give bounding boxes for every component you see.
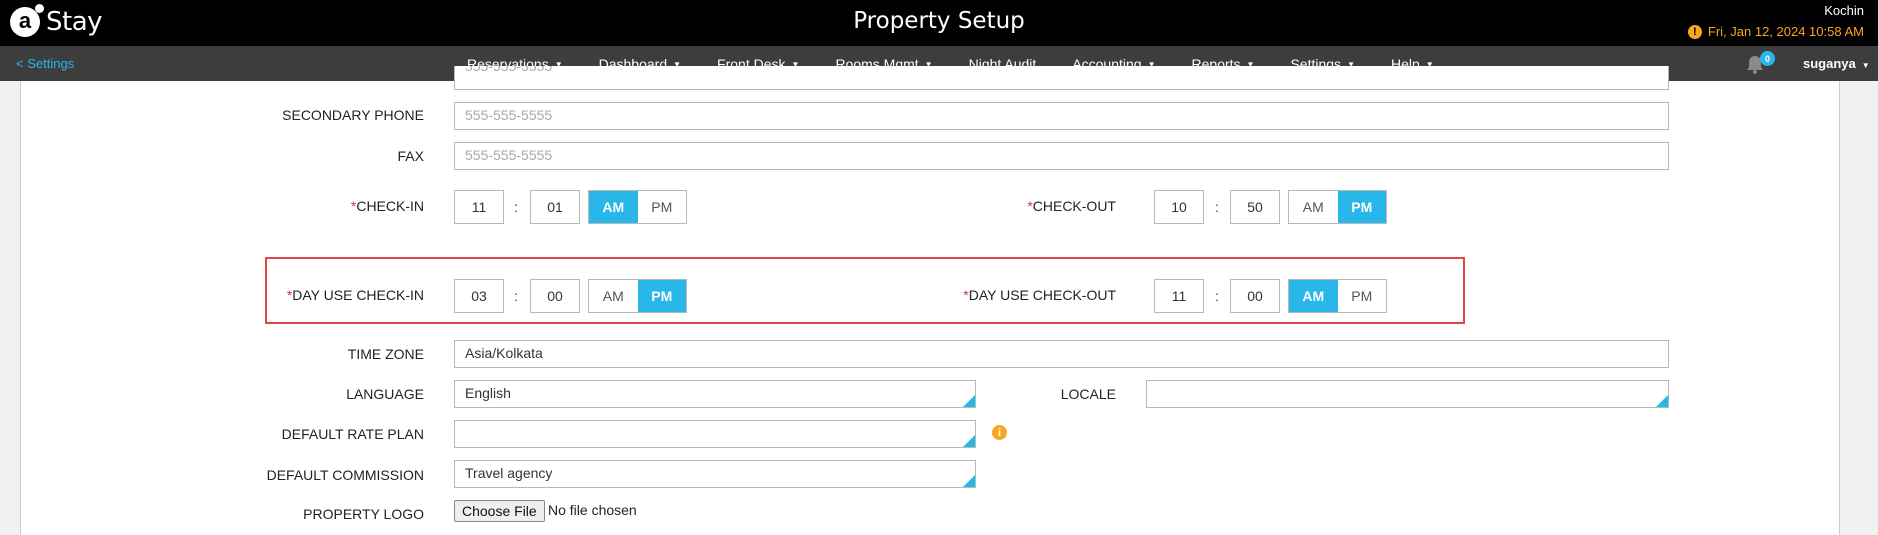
default-commission-value: Travel agency [465, 465, 553, 481]
locale-select[interactable] [1146, 380, 1669, 408]
day-use-check-out-minute[interactable]: 00 [1230, 279, 1280, 313]
time-separator: : [1215, 288, 1219, 304]
day-use-check-in-hour[interactable]: 03 [454, 279, 504, 313]
default-rate-plan-label: DEFAULT RATE PLAN [281, 426, 424, 442]
dropdown-corner-icon [963, 475, 975, 487]
language-value: English [465, 385, 511, 401]
header-status: Kochin ! Fri, Jan 12, 2024 10:58 AM [1687, 3, 1864, 39]
time-separator: : [514, 288, 518, 304]
day-use-check-in-minute[interactable]: 00 [530, 279, 580, 313]
property-location: Kochin [1824, 3, 1864, 18]
page-title: Property Setup [853, 8, 1025, 34]
check-out-hour[interactable]: 10 [1154, 190, 1204, 224]
check-in-label: *CHECK-IN [350, 198, 424, 214]
time-separator: : [514, 199, 518, 215]
secondary-phone-input[interactable]: 555-555-5555 [454, 102, 1669, 130]
language-label: LANGUAGE [346, 386, 424, 402]
day-use-check-out-label: *DAY USE CHECK-OUT [963, 287, 1116, 303]
user-name: suganya [1803, 56, 1856, 71]
secondary-phone-label: SECONDARY PHONE [282, 107, 424, 123]
property-logo-label: PROPERTY LOGO [303, 506, 424, 522]
day-use-check-out-hour[interactable]: 11 [1154, 279, 1204, 313]
file-status-text: No file chosen [548, 502, 637, 518]
check-in-hour[interactable]: 11 [454, 190, 504, 224]
dropdown-corner-icon [1656, 395, 1668, 407]
dropdown-corner-icon [963, 395, 975, 407]
default-commission-select[interactable]: Travel agency [454, 460, 976, 488]
dropdown-corner-icon [963, 435, 975, 447]
notification-count-badge: 0 [1760, 51, 1775, 66]
fax-label: FAX [397, 148, 424, 164]
back-to-settings-link[interactable]: < Settings [16, 56, 74, 71]
day-use-check-in-label: *DAY USE CHECK-IN [286, 287, 424, 303]
locale-label: LOCALE [1060, 386, 1116, 402]
day-use-check-out-ampm-toggle: AM PM [1288, 279, 1387, 313]
time-zone-label: TIME ZONE [347, 346, 424, 362]
check-out-am-button[interactable]: AM [1289, 191, 1338, 223]
top-header: a Stay Property Setup Kochin ! Fri, Jan … [0, 0, 1878, 46]
check-in-pm-button[interactable]: PM [638, 191, 687, 223]
check-in-minute[interactable]: 01 [530, 190, 580, 224]
check-in-am-button[interactable]: AM [589, 191, 638, 223]
time-zone-input[interactable]: Asia/Kolkata [454, 340, 1669, 368]
check-out-pm-button[interactable]: PM [1337, 191, 1386, 223]
day-use-check-out-am-button[interactable]: AM [1289, 280, 1338, 312]
check-out-minute[interactable]: 50 [1230, 190, 1280, 224]
check-out-label: *CHECK-OUT [1027, 198, 1116, 214]
check-out-ampm-toggle: AM PM [1288, 190, 1387, 224]
default-rate-plan-select[interactable] [454, 420, 976, 448]
user-menu[interactable]: suganya ▼ [1803, 56, 1870, 71]
day-use-check-in-pm-button[interactable]: PM [637, 280, 686, 312]
time-separator: : [1215, 199, 1219, 215]
default-commission-label: DEFAULT COMMISSION [266, 467, 424, 483]
caret-down-icon: ▼ [1861, 61, 1870, 70]
warning-icon: ! [1687, 24, 1702, 39]
day-use-check-in-am-button[interactable]: AM [589, 280, 638, 312]
info-icon[interactable]: i [992, 425, 1007, 440]
fax-input[interactable]: 555-555-5555 [454, 142, 1669, 170]
business-date-text: Fri, Jan 12, 2024 10:58 AM [1707, 24, 1864, 39]
phone-input[interactable]: 555-555-5555 [454, 66, 1669, 90]
business-date[interactable]: ! Fri, Jan 12, 2024 10:58 AM [1687, 24, 1864, 39]
check-in-ampm-toggle: AM PM [588, 190, 687, 224]
choose-file-button[interactable]: Choose File [454, 500, 545, 522]
day-use-check-in-ampm-toggle: AM PM [588, 279, 687, 313]
day-use-check-out-pm-button[interactable]: PM [1338, 280, 1387, 312]
language-select[interactable]: English [454, 380, 976, 408]
day-use-highlight [265, 257, 1465, 324]
